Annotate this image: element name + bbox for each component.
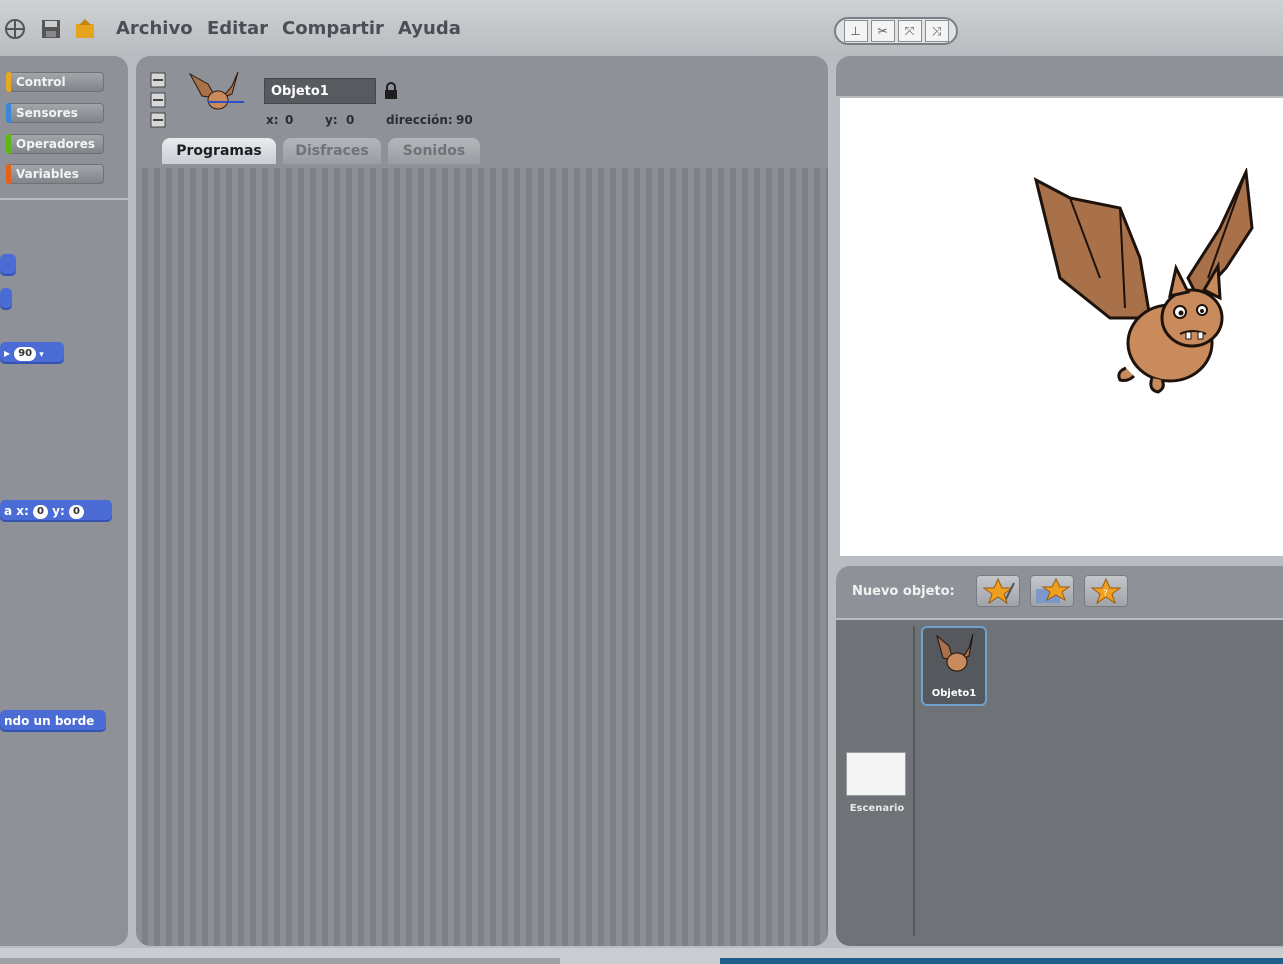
stage-header (836, 56, 1283, 96)
x-input[interactable]: 0 (33, 504, 48, 519)
folder-star-icon (1036, 577, 1071, 603)
category-variables[interactable]: Variables (6, 164, 104, 184)
y-input[interactable]: 0 (68, 504, 84, 519)
taskbar-accent (720, 958, 1283, 964)
category-swatch (6, 164, 11, 184)
category-swatch (6, 72, 11, 92)
bounce-block[interactable]: ndo un borde (0, 710, 106, 732)
block-label: ndo un borde (4, 714, 95, 728)
category-swatch (6, 134, 11, 154)
bat-sprite[interactable] (1030, 168, 1260, 408)
block-label: y: (52, 504, 65, 518)
sprite-preview-bat-icon (188, 70, 246, 116)
stage-tools: ⊥ ✂ ⤧ ⤨ (834, 17, 958, 45)
dropdown-arrow-icon: ▾ (36, 350, 44, 360)
category-label: Sensores (16, 106, 78, 120)
paint-star-icon (982, 577, 1015, 605)
y-label: y: (325, 113, 338, 127)
menu-compartir[interactable]: Compartir (282, 18, 384, 39)
lock-icon[interactable] (384, 82, 398, 100)
shrink-icon[interactable]: ⤨ (924, 20, 949, 42)
direction-dropdown[interactable]: 90 (14, 346, 37, 361)
direction-value: 90 (456, 113, 473, 127)
category-label: Control (16, 75, 66, 89)
rotation-style-buttons (150, 72, 166, 130)
share-icon[interactable] (74, 18, 96, 40)
stage-thumbnail-label: Escenario (849, 803, 905, 814)
tab-programas[interactable]: Programas (162, 138, 276, 164)
motion-block[interactable] (0, 288, 12, 310)
scripts-area[interactable] (136, 168, 828, 946)
goto-xy-block[interactable]: a x: 0 y: 0 (0, 500, 112, 522)
bat-thumbnail-icon (936, 633, 974, 672)
block-label: a x: (4, 504, 29, 518)
sprite-name-input[interactable]: Objeto1 (264, 78, 376, 104)
svg-text:?: ? (1103, 589, 1108, 599)
grow-icon[interactable]: ⤧ (897, 20, 922, 42)
category-swatch (6, 103, 11, 123)
globe-icon[interactable] (4, 18, 26, 40)
paint-new-sprite-button[interactable] (976, 575, 1020, 607)
category-label: Variables (16, 167, 79, 181)
stage[interactable] (840, 98, 1283, 556)
menu-ayuda[interactable]: Ayuda (398, 18, 461, 39)
menu-editar[interactable]: Editar (207, 18, 268, 39)
sprite-list-divider (913, 626, 915, 936)
save-icon[interactable] (40, 18, 62, 40)
horizontal-scrollbar[interactable] (0, 958, 560, 964)
random-sprite-button[interactable]: ? (1084, 575, 1128, 607)
category-sensores[interactable]: Sensores (6, 103, 104, 123)
motion-block[interactable] (0, 254, 16, 276)
category-control[interactable]: Control (6, 72, 104, 92)
category-label: Operadores (16, 137, 95, 151)
choose-sprite-file-button[interactable] (1030, 575, 1074, 607)
y-value: 0 (346, 113, 355, 127)
category-operadores[interactable]: Operadores (6, 134, 104, 154)
surprise-star-icon: ? (1090, 577, 1122, 605)
menu-bar: Archivo Editar Compartir Ayuda (0, 0, 1283, 55)
menu-archivo[interactable]: Archivo (116, 18, 193, 39)
block-arrow: ▸ (4, 346, 15, 360)
category-selector: Control Sensores Operadores Variables (0, 56, 128, 198)
point-direction-block[interactable]: ▸ 90 ▾ (0, 342, 64, 364)
tab-sonidos[interactable]: Sonidos (388, 138, 480, 164)
tab-disfraces[interactable]: Disfraces (283, 138, 381, 164)
direction-label: dirección: (386, 113, 453, 127)
stamp-icon[interactable]: ⊥ (843, 20, 868, 42)
new-sprite-label: Nuevo objeto: (852, 584, 955, 599)
x-value: 0 (285, 113, 294, 127)
scissors-icon[interactable]: ✂ (870, 20, 895, 42)
block-palette: ▸ 90 ▾ a x: 0 y: 0 ndo un borde (0, 200, 128, 946)
stage-thumbnail[interactable] (846, 752, 906, 796)
x-label: x: (266, 113, 279, 127)
sprite-thumbnail-label: Objeto1 (931, 688, 977, 699)
